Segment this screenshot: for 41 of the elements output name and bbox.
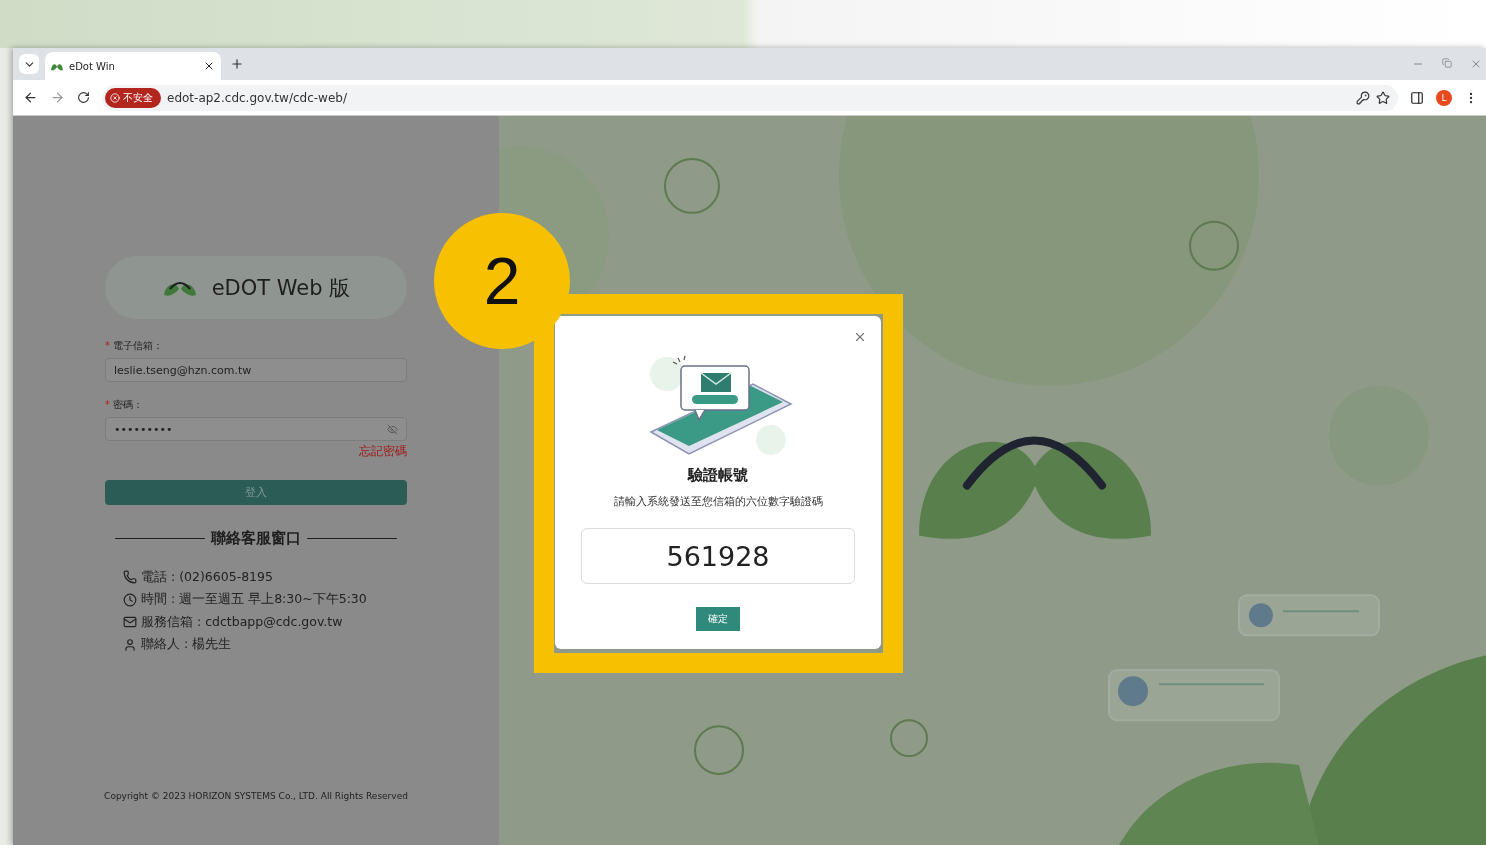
mail-icon [123, 615, 137, 630]
tab-search-button[interactable] [19, 54, 39, 74]
verification-code-field[interactable]: 561928 [581, 528, 855, 584]
login-button[interactable]: 登入 [105, 480, 407, 505]
clock-icon [123, 592, 137, 607]
contact-info: 聯絡人 : 楊先生 [141, 636, 232, 654]
reload-icon[interactable] [77, 91, 90, 104]
favicon-icon [51, 61, 63, 71]
email-field[interactable]: leslie.tseng@hzn.com.tw [105, 358, 407, 382]
forward-icon[interactable] [50, 90, 65, 105]
contact-info: 電話 : (02)6605-8195 [141, 568, 273, 586]
decor-ring [694, 725, 744, 776]
field-label: * 密碼： [105, 398, 144, 412]
contact-heading: 聯絡客服窗口 [211, 529, 301, 548]
copyright-text: Copyright © 2023 HORIZON SYSTEMS Co., LTD. All Rights Reserved [104, 791, 408, 801]
back-icon[interactable] [23, 90, 38, 105]
url-text: edot-ap2.cdc.gov.tw/cdc-web/ [167, 90, 348, 105]
confirm-button[interactable]: 確定 [696, 607, 740, 631]
dialog-instruction: 請輸入系統發送至您信箱的六位數字驗證碼 [613, 494, 823, 509]
phone-icon [123, 570, 137, 585]
field-label: * 電子信箱： [105, 339, 164, 353]
close-tab-icon[interactable] [203, 60, 215, 72]
app-title: eDOT Web 版 [211, 274, 351, 302]
decor-ring [664, 157, 720, 214]
decor-ring [890, 719, 928, 758]
side-panel-icon[interactable] [1410, 90, 1424, 105]
close-dialog-icon[interactable] [853, 330, 867, 344]
plus-icon [230, 57, 244, 71]
decor-ring [1189, 220, 1239, 271]
key-icon[interactable] [1356, 90, 1370, 105]
password-field[interactable]: ••••••••• [105, 417, 407, 441]
address-bar[interactable]: 不安全 edot-ap2.cdc.gov.tw/cdc-web/ [102, 84, 1398, 111]
close-icon[interactable] [1470, 58, 1482, 70]
browser-tab[interactable]: eDot Win [45, 52, 221, 80]
profile-avatar[interactable]: L [1436, 89, 1452, 106]
bookmark-star-icon[interactable] [1376, 90, 1390, 105]
tab-title: eDot Win [69, 60, 116, 72]
dialog-title: 驗證帳號 [688, 466, 748, 485]
person-icon [123, 637, 137, 652]
contact-info: 服務信箱 : cdctbapp@cdc.gov.tw [141, 613, 343, 631]
security-badge[interactable]: 不安全 [105, 87, 161, 108]
